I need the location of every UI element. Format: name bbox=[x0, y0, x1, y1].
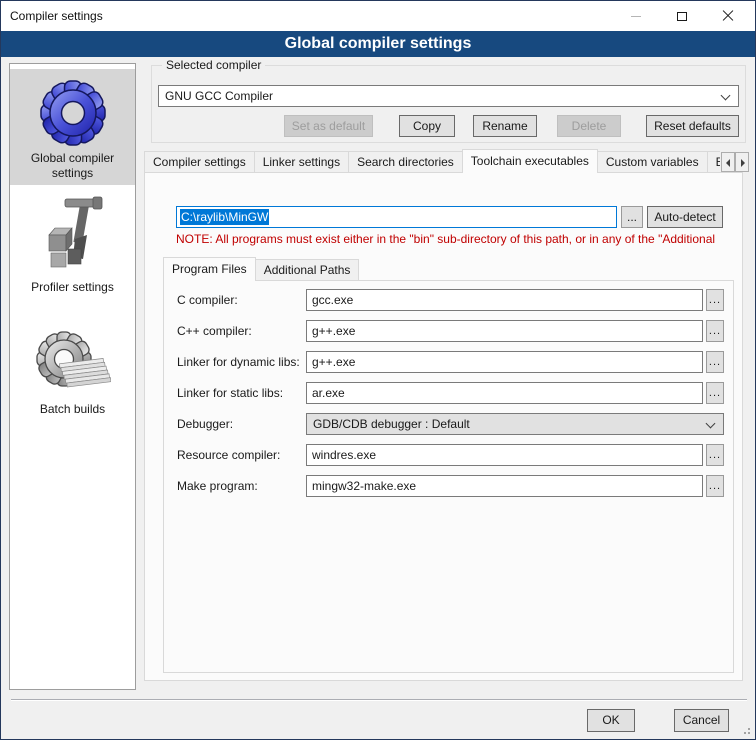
browse-directory-button[interactable]: ... bbox=[621, 206, 643, 228]
debugger-label: Debugger: bbox=[177, 413, 304, 435]
program-tabs: Program FilesAdditional Paths bbox=[163, 257, 463, 281]
linker-static-input[interactable] bbox=[306, 382, 703, 404]
tab-compiler-settings[interactable]: Compiler settings bbox=[144, 151, 255, 173]
selected-path-text: C:\raylib\MinGW bbox=[180, 209, 269, 225]
rename-button[interactable]: Rename bbox=[473, 115, 537, 137]
close-icon bbox=[722, 10, 734, 22]
c-compiler-browse-button[interactable]: ... bbox=[706, 289, 724, 311]
group-label: Selected compiler bbox=[162, 58, 265, 72]
reset-defaults-button[interactable]: Reset defaults bbox=[646, 115, 739, 137]
compiler-select[interactable]: GNU GCC Compiler bbox=[158, 85, 739, 107]
resource-compiler-input[interactable] bbox=[306, 444, 703, 466]
linker-dynamic-browse-button[interactable]: ... bbox=[706, 351, 724, 373]
maximize-button[interactable] bbox=[659, 1, 705, 31]
tab-search-directories[interactable]: Search directories bbox=[348, 151, 463, 173]
cpp-compiler-browse-button[interactable]: ... bbox=[706, 320, 724, 342]
sidebar-item-batch-builds[interactable]: Batch builds bbox=[10, 299, 135, 421]
linker-static-label: Linker for static libs: bbox=[177, 382, 304, 404]
blue-gear-icon bbox=[38, 78, 108, 148]
chevron-down-icon bbox=[721, 91, 731, 101]
sidebar-item-label: Global compiler settings bbox=[21, 151, 125, 180]
resize-grip[interactable] bbox=[748, 732, 750, 734]
tab-program-files[interactable]: Program Files bbox=[163, 257, 256, 281]
c-compiler-label: C compiler: bbox=[177, 289, 304, 311]
set-as-default-button[interactable]: Set as default bbox=[284, 115, 373, 137]
tab-build-options[interactable]: Build options bbox=[707, 151, 720, 173]
settings-category-list: Global compiler settings Profiler settin… bbox=[9, 63, 136, 690]
installation-directory-input[interactable]: C:\raylib\MinGW bbox=[176, 206, 617, 228]
cpp-compiler-input[interactable] bbox=[306, 320, 703, 342]
install-note-text: NOTE: All programs must exist either in … bbox=[176, 232, 729, 247]
cancel-button[interactable]: Cancel bbox=[674, 709, 729, 732]
make-program-browse-button[interactable]: ... bbox=[706, 475, 724, 497]
minimize-button[interactable] bbox=[613, 1, 659, 31]
titlebar: Compiler settings bbox=[1, 1, 755, 31]
c-compiler-input[interactable] bbox=[306, 289, 703, 311]
compiler-settings-dialog: Compiler settings Global compiler settin… bbox=[0, 0, 756, 740]
minimize-icon bbox=[631, 16, 641, 17]
gear-stack-icon bbox=[35, 331, 111, 399]
tab-linker-settings[interactable]: Linker settings bbox=[254, 151, 349, 173]
settings-tabs: Compiler settingsLinker settingsSearch d… bbox=[144, 149, 720, 173]
copy-button[interactable]: Copy bbox=[399, 115, 455, 137]
sidebar-item-profiler-settings[interactable]: Profiler settings bbox=[10, 185, 135, 299]
delete-button[interactable]: Delete bbox=[557, 115, 621, 137]
sidebar-item-label: Profiler settings bbox=[21, 280, 125, 294]
arrow-right-icon bbox=[741, 159, 745, 167]
compiler-select-value: GNU GCC Compiler bbox=[165, 89, 273, 103]
chevron-down-icon bbox=[706, 419, 716, 429]
resource-compiler-label: Resource compiler: bbox=[177, 444, 304, 466]
debugger-select[interactable]: GDB/CDB debugger : Default bbox=[306, 413, 724, 435]
auto-detect-button[interactable]: Auto-detect bbox=[647, 206, 723, 228]
arrow-left-icon bbox=[726, 159, 730, 167]
caliper-icon bbox=[41, 195, 105, 277]
tab-toolchain-executables[interactable]: Toolchain executables bbox=[462, 149, 598, 173]
sidebar-item-global-compiler-settings[interactable]: Global compiler settings bbox=[10, 69, 135, 185]
make-program-input[interactable] bbox=[306, 475, 703, 497]
linker-static-browse-button[interactable]: ... bbox=[706, 382, 724, 404]
tab-scroll-right-button[interactable] bbox=[735, 152, 749, 172]
ok-button[interactable]: OK bbox=[587, 709, 635, 732]
make-program-label: Make program: bbox=[177, 475, 304, 497]
tab-custom-variables[interactable]: Custom variables bbox=[597, 151, 708, 173]
linker-dynamic-input[interactable] bbox=[306, 351, 703, 373]
window-title: Compiler settings bbox=[10, 1, 103, 31]
resource-compiler-browse-button[interactable]: ... bbox=[706, 444, 724, 466]
linker-dynamic-label: Linker for dynamic libs: bbox=[177, 351, 304, 373]
footer-divider bbox=[11, 699, 747, 701]
close-button[interactable] bbox=[705, 1, 751, 31]
page-title: Global compiler settings bbox=[1, 31, 755, 57]
cpp-compiler-label: C++ compiler: bbox=[177, 320, 304, 342]
debugger-select-value: GDB/CDB debugger : Default bbox=[313, 417, 470, 431]
maximize-icon bbox=[677, 12, 687, 21]
tab-scroll-left-button[interactable] bbox=[721, 152, 735, 172]
tab-additional-paths[interactable]: Additional Paths bbox=[255, 259, 360, 281]
sidebar-item-label: Batch builds bbox=[21, 402, 125, 416]
